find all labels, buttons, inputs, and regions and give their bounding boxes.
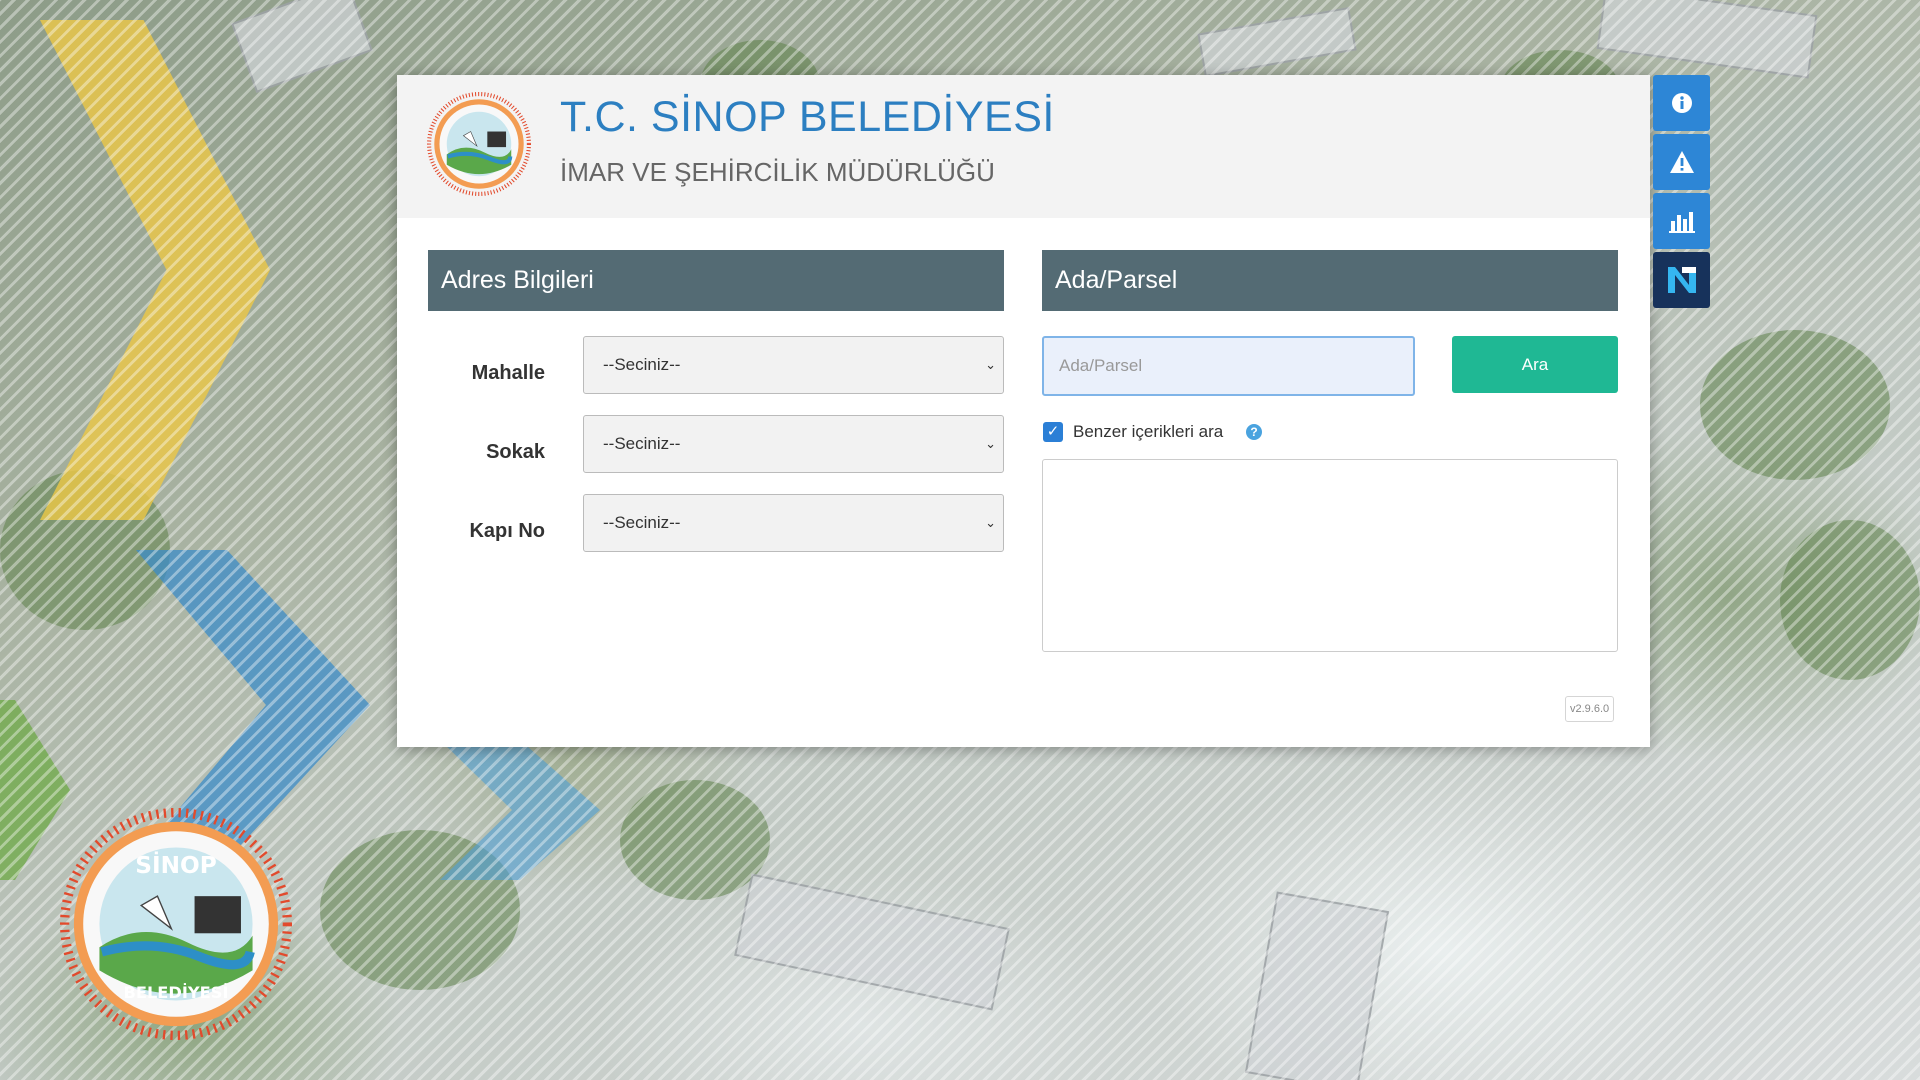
- results-box[interactable]: [1042, 459, 1618, 652]
- address-section-heading: Adres Bilgileri: [428, 250, 1004, 311]
- bar-chart-icon: [1668, 212, 1695, 233]
- warning-icon: [1669, 151, 1694, 173]
- version-badge: v2.9.6.0: [1565, 696, 1615, 722]
- netcad-button[interactable]: [1653, 252, 1710, 308]
- chevron-down-icon: ⌄: [985, 436, 996, 451]
- sinop-belediyesi-logo-large: SİNOP BELEDİYESİ: [60, 808, 292, 1040]
- logo-text-bottom: BELEDİYESİ: [124, 983, 229, 1002]
- sinop-belediyesi-logo: [427, 92, 531, 196]
- info-icon: [1671, 93, 1692, 113]
- mahalle-select-value: --Seciniz--: [603, 355, 681, 374]
- kapi-no-select-value: --Seciniz--: [603, 513, 681, 532]
- chevron-down-icon: ⌄: [985, 357, 996, 372]
- kapi-no-select[interactable]: --Seciniz-- ⌄: [583, 494, 1004, 552]
- netcad-logo-icon: [1667, 267, 1696, 293]
- statistics-button[interactable]: [1653, 193, 1710, 249]
- kapi-no-label: Kapı No: [469, 520, 545, 542]
- chevron-down-icon: ⌄: [985, 515, 996, 530]
- panel-header: T.C. SİNOP BELEDİYESİ İMAR VE ŞEHİRCİLİK…: [397, 75, 1650, 218]
- search-button[interactable]: Ara: [1452, 336, 1618, 393]
- sokak-label: Sokak: [486, 441, 545, 463]
- help-icon[interactable]: ?: [1246, 424, 1262, 440]
- sokak-select[interactable]: --Seciniz-- ⌄: [583, 415, 1004, 473]
- ada-parsel-input[interactable]: Ada/Parsel: [1042, 336, 1415, 396]
- main-panel: T.C. SİNOP BELEDİYESİ İMAR VE ŞEHİRCİLİK…: [397, 75, 1650, 747]
- warning-button[interactable]: [1653, 134, 1710, 190]
- page-subtitle: İMAR VE ŞEHİRCİLİK MÜDÜRLÜĞÜ: [560, 157, 995, 187]
- similar-content-checkbox[interactable]: ✓: [1043, 422, 1063, 442]
- mahalle-label: Mahalle: [471, 362, 545, 384]
- similar-content-label[interactable]: Benzer içerikleri ara: [1073, 422, 1223, 442]
- ada-parsel-placeholder: Ada/Parsel: [1059, 356, 1143, 375]
- sokak-select-value: --Seciniz--: [603, 434, 681, 453]
- logo-text-top: SİNOP: [135, 851, 216, 879]
- page-title: T.C. SİNOP BELEDİYESİ: [560, 93, 1055, 141]
- parcel-section-heading: Ada/Parsel: [1042, 250, 1618, 311]
- info-button[interactable]: [1653, 75, 1710, 131]
- mahalle-select[interactable]: --Seciniz-- ⌄: [583, 336, 1004, 394]
